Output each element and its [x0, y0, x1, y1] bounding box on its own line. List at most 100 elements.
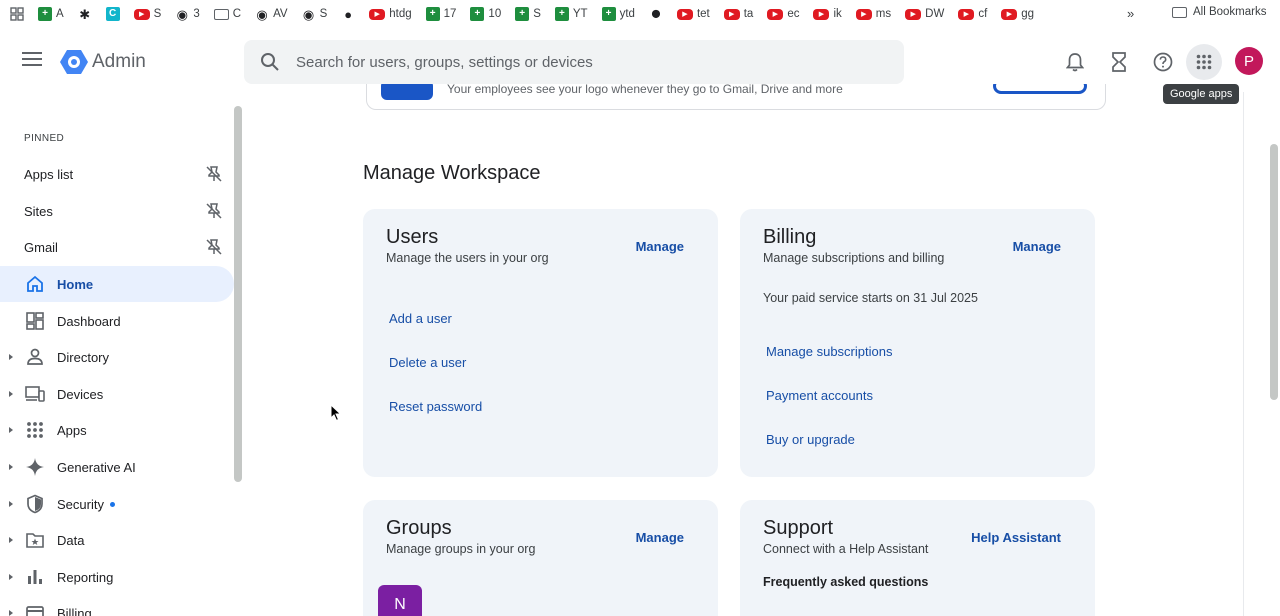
- bookmark-item[interactable]: C: [105, 7, 120, 21]
- bookmark-item[interactable]: ▶ S: [133, 8, 161, 20]
- add-user-link[interactable]: Add a user: [389, 311, 452, 326]
- expand-caret-icon[interactable]: [9, 574, 13, 580]
- bookmark-item[interactable]: ▶ gg: [1001, 8, 1034, 20]
- expand-caret-icon[interactable]: [9, 464, 13, 470]
- bookmark-item[interactable]: ●: [341, 7, 355, 21]
- expand-caret-icon[interactable]: [9, 354, 13, 360]
- main-menu-button[interactable]: [22, 52, 42, 72]
- bookmark-item[interactable]: + S: [515, 7, 541, 21]
- bookmark-item[interactable]: ⬤: [649, 7, 663, 21]
- tasks-button[interactable]: [1107, 50, 1131, 74]
- users-manage-link[interactable]: Manage: [636, 239, 684, 254]
- notifications-button[interactable]: [1063, 50, 1087, 74]
- home-icon: [27, 275, 43, 292]
- bookmark-item[interactable]: ◉ S: [302, 6, 328, 22]
- manage-subscriptions-link[interactable]: Manage subscriptions: [766, 344, 892, 359]
- sidebar-item-directory[interactable]: Directory: [0, 339, 234, 375]
- sidebar: PINNED Apps list Sites Gmail Home Dashbo…: [0, 96, 236, 616]
- main-scrollbar[interactable]: [1270, 144, 1278, 400]
- bookmark-item[interactable]: + A: [38, 7, 64, 21]
- help-button[interactable]: [1151, 50, 1175, 74]
- unpin-icon[interactable]: [205, 238, 223, 256]
- bookmark-label: 17: [443, 8, 457, 20]
- expand-caret-icon[interactable]: [9, 537, 13, 543]
- bookmark-item[interactable]: ◉ AV: [255, 7, 288, 21]
- google-apps-button[interactable]: [1186, 44, 1222, 80]
- billing-manage-link[interactable]: Manage: [1013, 239, 1061, 254]
- groups-manage-link[interactable]: Manage: [636, 530, 684, 545]
- card-title: Groups: [386, 517, 452, 539]
- all-bookmarks-button[interactable]: All Bookmarks: [1172, 6, 1267, 18]
- youtube-icon: ▶: [813, 8, 830, 20]
- group-avatar[interactable]: N: [378, 585, 422, 616]
- banner-primary-button[interactable]: [381, 84, 433, 100]
- expand-caret-icon[interactable]: [9, 610, 13, 616]
- bookmark-item[interactable]: ▶ ik: [813, 8, 842, 20]
- pinned-item-sites[interactable]: Sites: [0, 193, 236, 229]
- unpin-icon[interactable]: [205, 165, 223, 183]
- sidebar-item-label: Devices: [57, 386, 104, 402]
- expand-caret-icon[interactable]: [9, 501, 13, 507]
- bookmark-item[interactable]: ▶ DW: [905, 8, 944, 20]
- bookmark-label: AV: [273, 8, 288, 20]
- youtube-icon: ▶: [676, 8, 693, 20]
- help-assistant-link[interactable]: Help Assistant: [971, 530, 1061, 545]
- bookmark-item[interactable]: ▶ ta: [723, 8, 753, 20]
- youtube-icon: ▶: [958, 8, 975, 20]
- youtube-icon: ▶: [905, 8, 922, 20]
- sidebar-item-reporting[interactable]: Reporting: [0, 559, 234, 595]
- sidebar-item-apps[interactable]: Apps: [0, 412, 234, 448]
- sidebar-item-generative-ai[interactable]: Generative AI: [0, 449, 234, 485]
- folder-icon: [1172, 6, 1187, 18]
- sidebar-item-dashboard[interactable]: Dashboard: [0, 303, 234, 339]
- sidebar-item-home[interactable]: Home: [0, 266, 234, 302]
- bookmark-item[interactable]: ✱: [78, 7, 92, 21]
- delete-user-link[interactable]: Delete a user: [389, 355, 466, 370]
- bookmark-item[interactable]: +17: [425, 7, 457, 21]
- bookmark-item[interactable]: ◉ 3: [175, 7, 200, 21]
- buy-upgrade-link[interactable]: Buy or upgrade: [766, 432, 855, 447]
- expand-caret-icon[interactable]: [9, 391, 13, 397]
- banner-secondary-button[interactable]: [993, 84, 1087, 94]
- payment-accounts-link[interactable]: Payment accounts: [766, 388, 873, 403]
- pinned-item-apps-list[interactable]: Apps list: [0, 156, 236, 192]
- card-title: Users: [386, 226, 439, 248]
- bookmark-list: + A ✱ C ▶ S ◉ 3 C ◉ AV ◉ S ● ▶ htdg +17 +10 + S + YT + ytd ⬤ ▶ tet…: [38, 7, 1048, 21]
- brand-title: Admin: [92, 51, 146, 72]
- dashboard-icon: [26, 312, 44, 330]
- reset-password-link[interactable]: Reset password: [389, 399, 482, 414]
- bookmark-item[interactable]: +10: [470, 7, 501, 21]
- card-subtitle: Manage subscriptions and billing: [763, 251, 945, 265]
- apps-shortcut[interactable]: [10, 7, 24, 21]
- sidebar-item-label: Apps: [57, 422, 87, 438]
- search-bar[interactable]: [244, 40, 904, 84]
- bookmark-item[interactable]: + ytd: [601, 7, 635, 21]
- site-icon: ◉: [302, 6, 315, 22]
- all-bookmarks-label: All Bookmarks: [1193, 6, 1267, 18]
- card-subtitle: Manage the users in your org: [386, 251, 549, 265]
- content-divider: [1243, 92, 1244, 616]
- bookmark-label: S: [319, 8, 328, 20]
- expand-caret-icon[interactable]: [9, 427, 13, 433]
- bookmark-item[interactable]: + YT: [554, 7, 588, 21]
- extension-icon: ✱: [79, 6, 91, 22]
- bookmark-item[interactable]: C: [213, 8, 241, 20]
- sidebar-item-label: Reporting: [57, 569, 114, 585]
- unpin-icon[interactable]: [205, 202, 223, 220]
- sidebar-item-devices[interactable]: Devices: [0, 376, 234, 412]
- pinned-item-gmail[interactable]: Gmail: [0, 229, 236, 265]
- sparkle-icon: [26, 458, 44, 476]
- search-input[interactable]: [296, 53, 856, 71]
- account-avatar[interactable]: P: [1235, 47, 1263, 75]
- bookmark-item[interactable]: ▶ tet: [676, 8, 710, 20]
- sidebar-item-data[interactable]: Data: [0, 522, 234, 558]
- sidebar-item-billing[interactable]: Billing: [0, 595, 234, 616]
- sidebar-scrollbar[interactable]: [234, 106, 242, 482]
- bookmark-item[interactable]: ▶ ms: [855, 8, 891, 20]
- sidebar-item-security[interactable]: Security: [0, 486, 234, 522]
- bookmark-item[interactable]: ▶ htdg: [369, 8, 412, 20]
- bookmarks-more-button[interactable]: »: [1127, 6, 1134, 21]
- bookmark-item[interactable]: ▶ cf: [958, 8, 987, 20]
- shield-icon: [27, 494, 43, 514]
- bookmark-item[interactable]: ▶ ec: [767, 8, 799, 20]
